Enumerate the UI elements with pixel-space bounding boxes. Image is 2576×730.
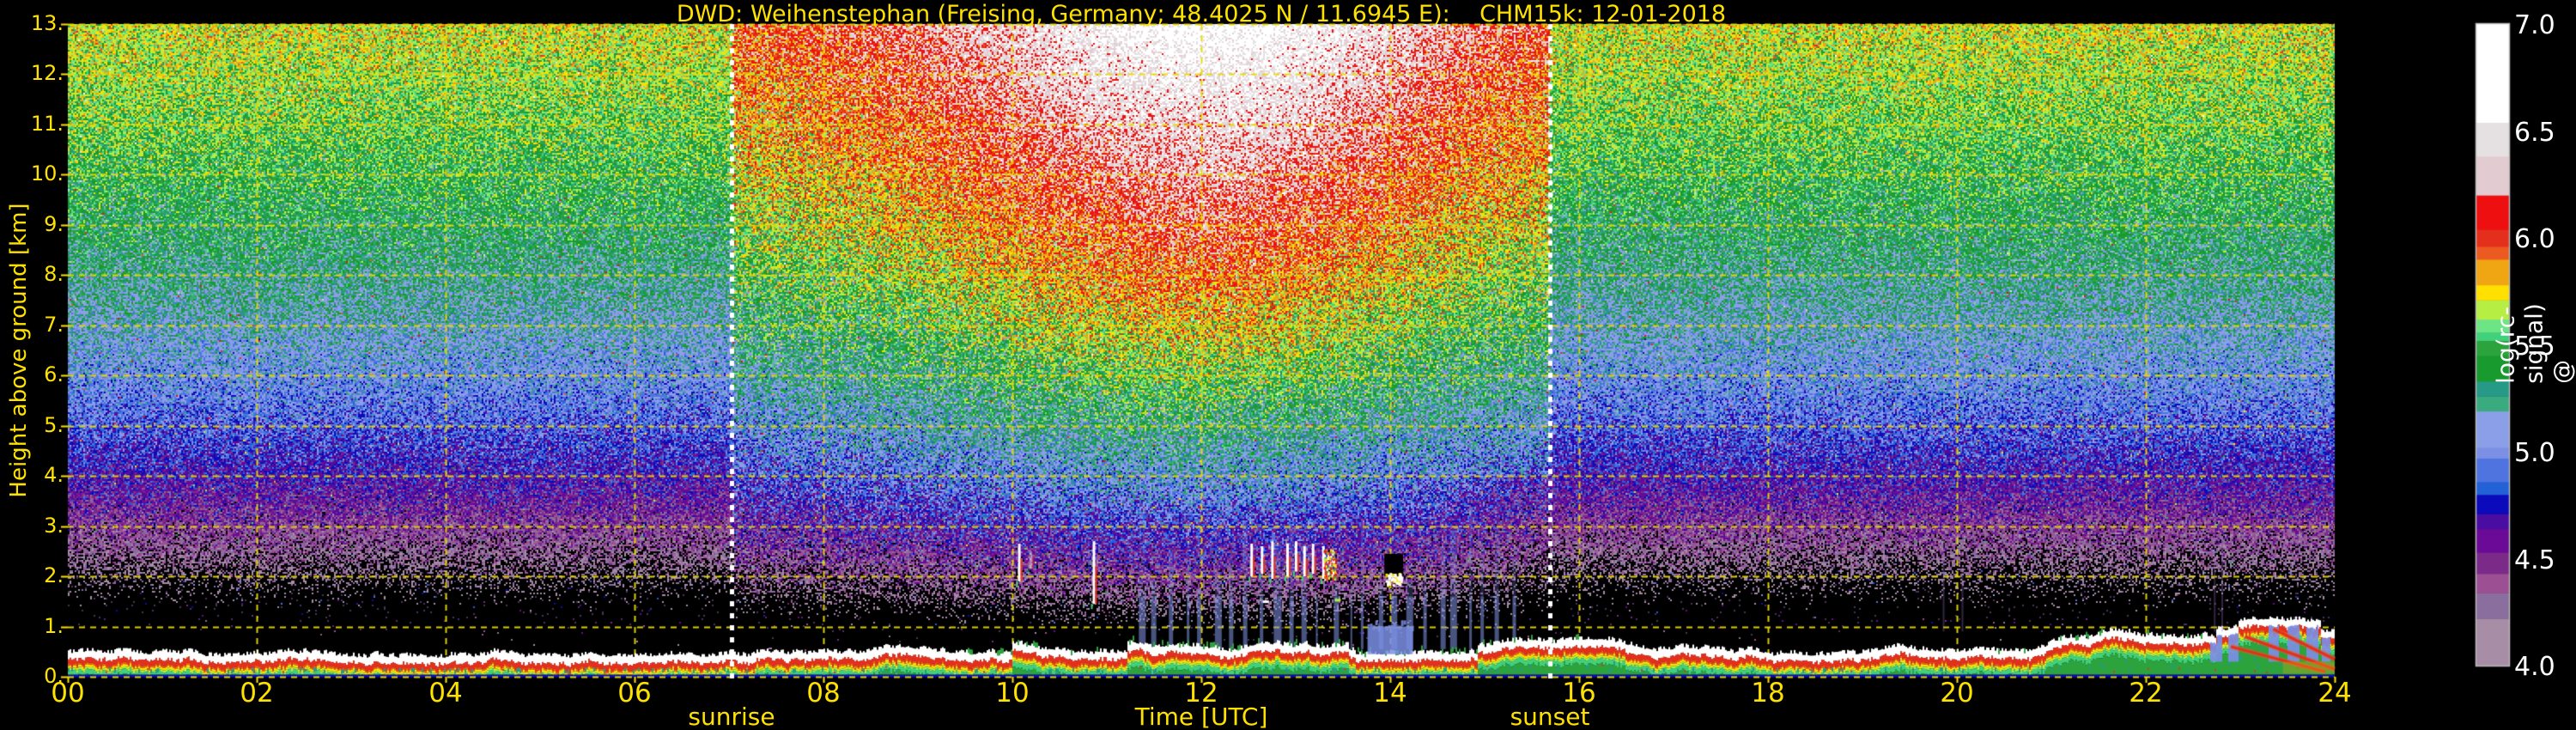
y-tick-label: 12. <box>0 61 64 85</box>
y-tick-label: 11. <box>0 112 64 136</box>
colorbar-tick-label: 6.5 <box>2514 118 2574 148</box>
y-tick-label: 2. <box>0 563 64 587</box>
x-tick-label: 16 <box>1545 678 1613 709</box>
y-tick-label: 10. <box>0 161 64 186</box>
y-tick-label: 4. <box>0 463 64 487</box>
x-tick-label: 10 <box>978 678 1047 709</box>
y-tick-label: 8. <box>0 262 64 286</box>
y-axis-label: Height above ground [km] <box>6 203 32 497</box>
colorbar-tick-label: 6.0 <box>2514 224 2574 254</box>
x-tick-label: 06 <box>600 678 669 709</box>
colorbar-tick-label: 7.0 <box>2514 10 2574 40</box>
x-tick-label: 18 <box>1734 678 1802 709</box>
ceilometer-quicklook: DWD: Weihenstephan (Freising, Germany; 4… <box>0 0 2576 730</box>
y-tick-label: 1. <box>0 614 64 638</box>
heatmap-canvas <box>0 0 2576 730</box>
colorbar-tick-label: 5.0 <box>2514 438 2574 468</box>
x-tick-label: 22 <box>2111 678 2180 709</box>
page-title: DWD: Weihenstephan (Freising, Germany; 4… <box>343 1 2060 27</box>
colorbar-tick-label: 4.0 <box>2514 652 2574 682</box>
colorbar-tick-label: 4.5 <box>2514 545 2574 575</box>
x-tick-label: 24 <box>2300 678 2369 709</box>
x-tick-label: 02 <box>222 678 291 709</box>
y-tick-label: 5. <box>0 413 64 437</box>
x-tick-label: 20 <box>1923 678 1991 709</box>
y-tick-label: 6. <box>0 362 64 386</box>
x-tick-label: 12 <box>1167 678 1236 709</box>
y-tick-label: 7. <box>0 313 64 337</box>
x-tick-label: 08 <box>789 678 858 709</box>
y-tick-label: 9. <box>0 212 64 236</box>
y-tick-label: 3. <box>0 514 64 538</box>
colorbar-tick-label: 5.5 <box>2514 332 2574 362</box>
x-tick-label: 00 <box>33 678 102 709</box>
x-tick-label: 04 <box>411 678 480 709</box>
x-tick-label: 14 <box>1356 678 1425 709</box>
y-tick-label: 13. <box>0 11 64 35</box>
